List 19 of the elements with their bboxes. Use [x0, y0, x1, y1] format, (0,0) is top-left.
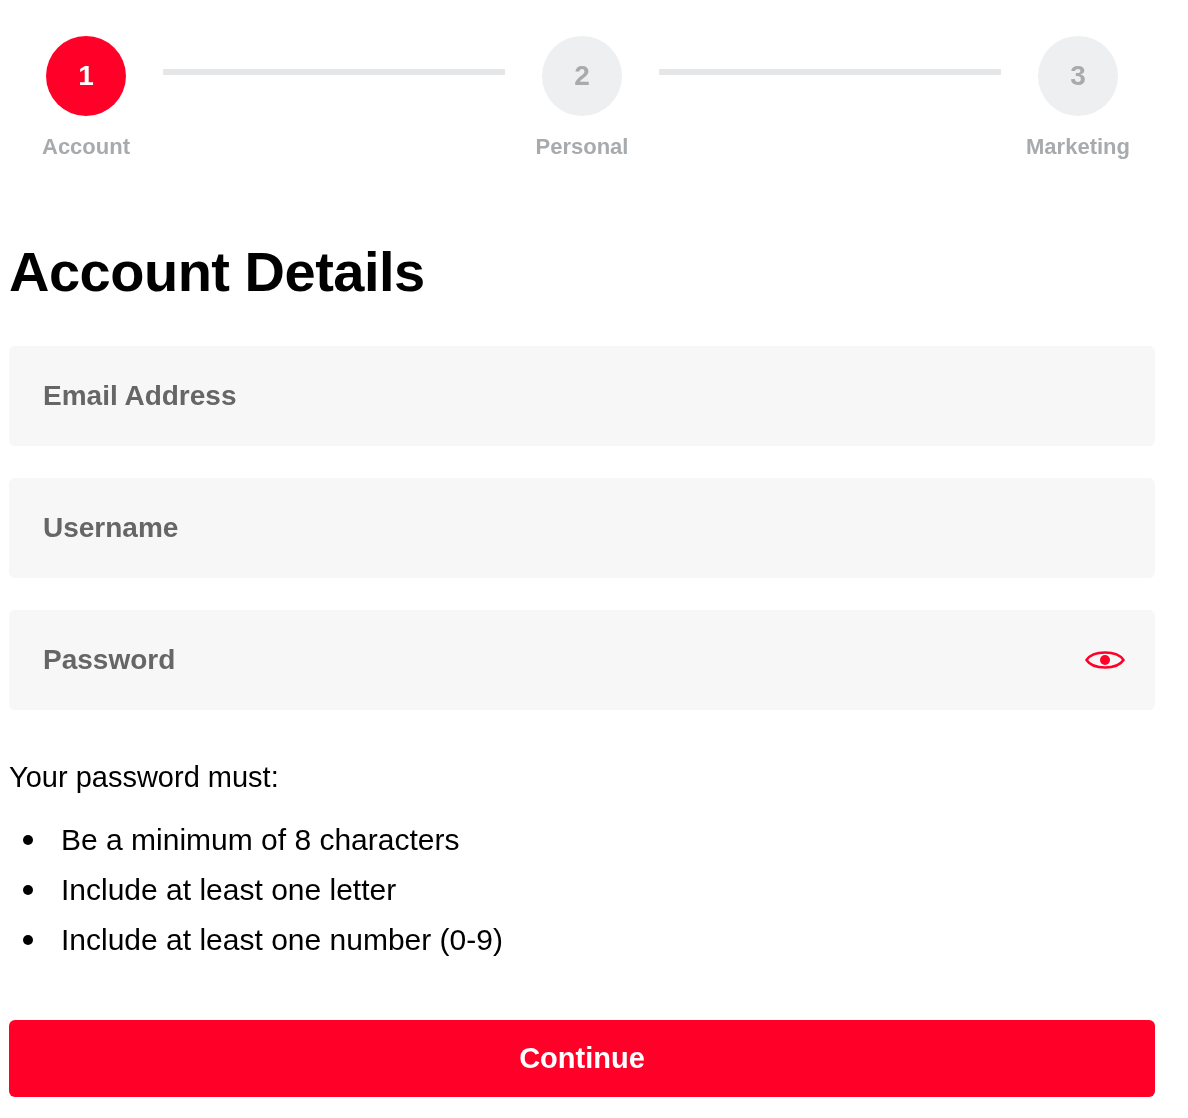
step-number: 1	[46, 36, 126, 116]
step-number: 3	[1038, 36, 1118, 116]
bullet-icon	[23, 935, 33, 945]
password-rule: Include at least one letter	[61, 872, 397, 908]
password-field[interactable]: Password	[9, 610, 1155, 710]
input-field[interactable]: Username	[9, 478, 1155, 578]
eye-icon[interactable]	[1085, 648, 1125, 672]
page-heading: Account Details	[9, 242, 425, 302]
bullet-icon	[23, 835, 33, 845]
password-rules-intro: Your password must:	[9, 760, 279, 795]
password-rule: Include at least one number (0-9)	[61, 922, 503, 958]
bullet-icon	[23, 885, 33, 895]
input-field[interactable]: Email Address	[9, 346, 1155, 446]
password-rule: Be a minimum of 8 characters	[61, 822, 460, 858]
step-label: Account	[42, 134, 130, 160]
step-label: Marketing	[1026, 134, 1130, 160]
step-number: 2	[542, 36, 622, 116]
step-label: Personal	[535, 134, 629, 160]
continue-button[interactable]: Continue	[9, 1020, 1155, 1097]
